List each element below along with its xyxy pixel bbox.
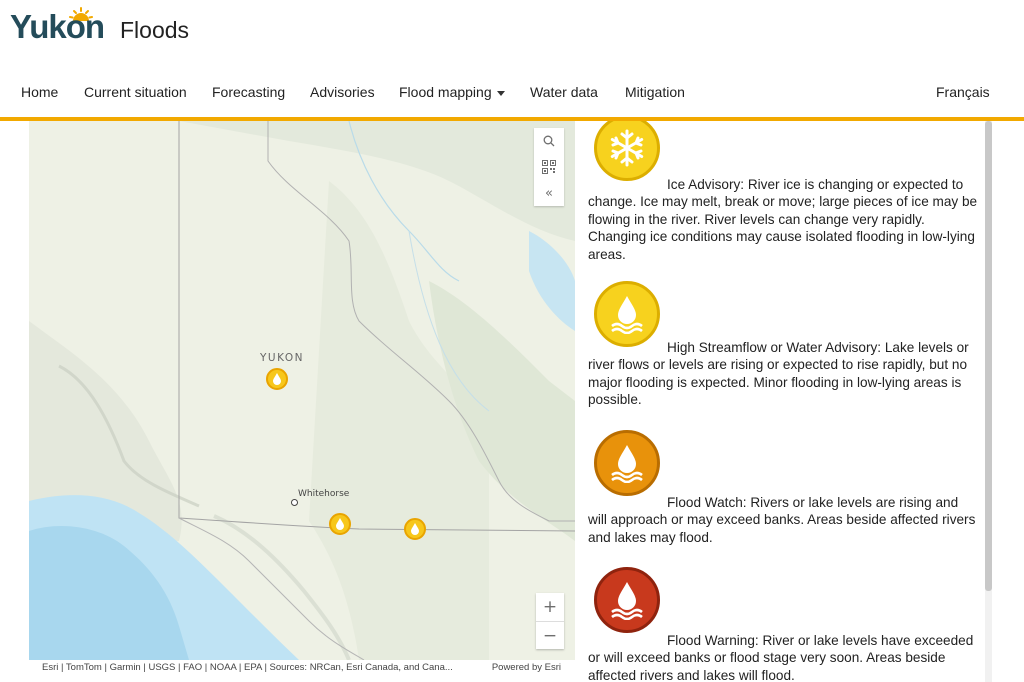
site-header: Yukon Floods Home Current situation Fore…	[0, 0, 1024, 121]
legend-text-flood-watch: Flood Watch: Rivers or lake levels are r…	[588, 495, 976, 545]
legend-scrollbar[interactable]	[985, 121, 992, 682]
qr-code-button[interactable]	[534, 154, 564, 180]
nav-mitigation[interactable]: Mitigation	[625, 84, 685, 100]
language-toggle[interactable]: Français	[936, 84, 990, 100]
caret-down-icon	[496, 90, 505, 96]
legend-text-flood-warning: Flood Warning: River or lake levels have…	[588, 633, 974, 682]
region-label-yukon: YUKON	[260, 352, 305, 364]
powered-by-esri[interactable]: Powered by Esri	[492, 662, 561, 673]
water-drop-icon	[611, 296, 643, 334]
legend-icon-ice	[594, 121, 660, 181]
main-nav: Home Current situation Forecasting Advis…	[0, 76, 1024, 108]
nav-current-situation[interactable]: Current situation	[84, 84, 187, 100]
snowflake-icon	[610, 129, 644, 167]
zoom-out-button[interactable]: −	[536, 621, 564, 649]
advisory-marker[interactable]	[329, 513, 351, 535]
scrollbar-thumb[interactable]	[985, 121, 992, 591]
water-drop-icon	[611, 445, 643, 483]
advisory-marker[interactable]	[404, 518, 426, 540]
advisory-marker[interactable]	[266, 368, 288, 390]
logo-text: Yukon	[10, 8, 105, 45]
attribution-text[interactable]: Esri | TomTom | Garmin | USGS | FAO | NO…	[42, 662, 453, 673]
map-basemap[interactable]	[29, 121, 575, 660]
legend-text-streamflow: High Streamflow or Water Advisory: Lake …	[588, 340, 969, 408]
site-title: Floods	[120, 17, 190, 43]
nav-flood-mapping[interactable]: Flood mapping	[399, 84, 505, 100]
city-dot	[291, 499, 298, 506]
city-label-whitehorse: Whitehorse	[298, 489, 350, 499]
water-drop-icon	[611, 582, 643, 620]
water-drop-icon	[411, 523, 419, 535]
collapse-button[interactable]: «	[534, 180, 564, 206]
zoom-control: + −	[536, 593, 564, 649]
search-icon	[543, 135, 555, 147]
flood-map[interactable]: YUKON Whitehorse « + −	[29, 121, 575, 660]
nav-home[interactable]: Home	[21, 84, 58, 100]
map-toolbar: «	[534, 128, 564, 206]
nav-forecasting[interactable]: Forecasting	[212, 84, 285, 100]
legend-icon-streamflow	[594, 281, 660, 347]
nav-water-data[interactable]: Water data	[530, 84, 598, 100]
map-attribution: Esri | TomTom | Garmin | USGS | FAO | NO…	[29, 660, 575, 675]
legend-icon-flood-warning	[594, 567, 660, 633]
water-drop-icon	[336, 518, 344, 530]
zoom-in-button[interactable]: +	[536, 593, 564, 621]
search-button[interactable]	[534, 128, 564, 154]
nav-advisories[interactable]: Advisories	[310, 84, 375, 100]
advisory-legend[interactable]: Ice Advisory: River ice is changing or e…	[575, 121, 985, 682]
legend-text-ice: Ice Advisory: River ice is changing or e…	[588, 177, 978, 262]
collapse-icon: «	[545, 185, 553, 201]
water-drop-icon	[273, 373, 281, 385]
legend-icon-flood-watch	[594, 430, 660, 496]
nav-flood-mapping-label: Flood mapping	[399, 84, 492, 100]
qr-code-icon	[542, 160, 556, 174]
